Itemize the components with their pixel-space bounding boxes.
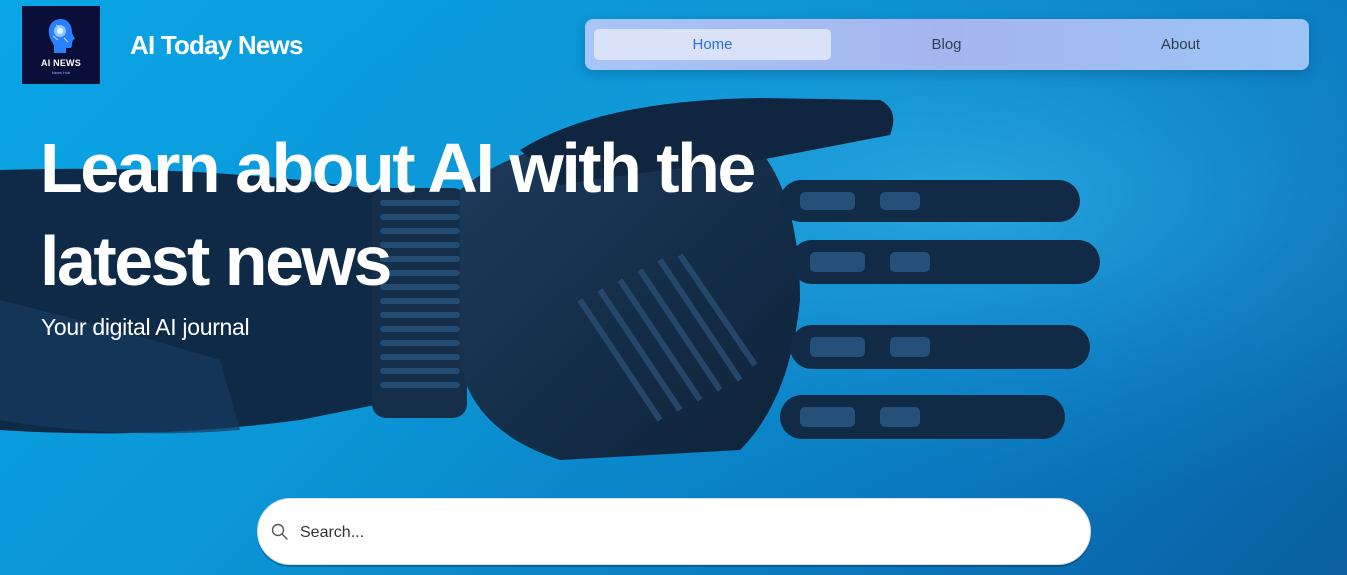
search-input[interactable] (298, 513, 1062, 553)
hero-subtitle: Your digital AI journal (41, 314, 250, 340)
site-title[interactable]: AI Today News (130, 30, 303, 61)
nav-item-home[interactable]: Home (594, 29, 831, 60)
main-nav: Home Blog About (585, 19, 1309, 70)
search-bar[interactable] (257, 498, 1091, 565)
nav-item-about[interactable]: About (1062, 29, 1299, 60)
hero-title: Learn about AI with the latest news (40, 129, 756, 300)
logo-subtext: News Hub (51, 70, 71, 75)
ai-head-icon (48, 19, 75, 53)
nav-item-blog[interactable]: Blog (828, 29, 1065, 60)
site-logo[interactable]: AI NEWS News Hub (22, 6, 100, 84)
search-icon[interactable] (271, 523, 289, 541)
logo-text: AI NEWS (41, 58, 81, 68)
page: AI NEWS News Hub AI Today News Home Blog… (0, 0, 1347, 575)
